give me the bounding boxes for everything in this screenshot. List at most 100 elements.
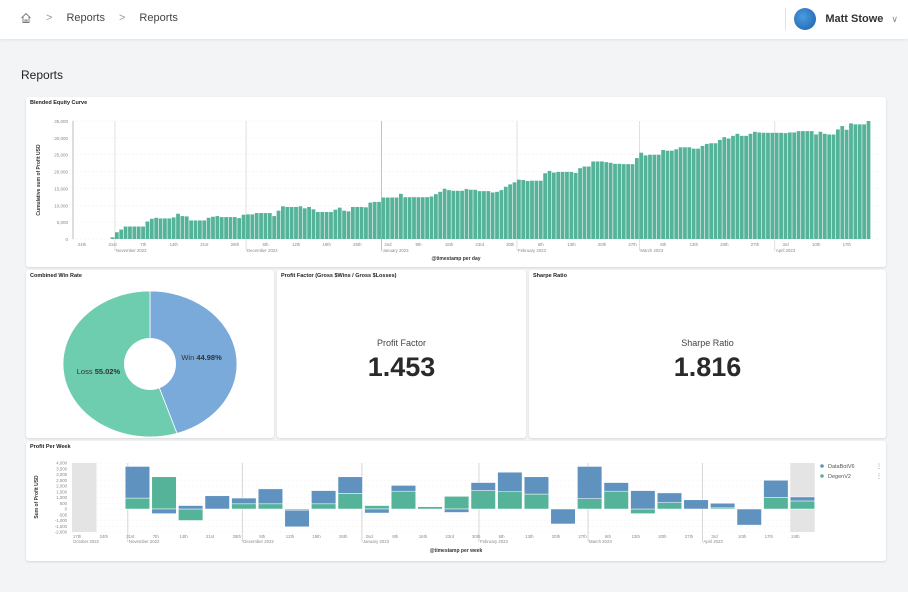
- breadcrumb-item[interactable]: Reports: [66, 12, 105, 24]
- bar: [119, 229, 124, 239]
- bar: [866, 121, 871, 239]
- donut-hole: [124, 338, 176, 390]
- bar: [661, 149, 665, 239]
- x-tick-label: 19th: [323, 242, 332, 247]
- profit-factor-panel: Profit Factor (Gross $Wins / Gross $Loss…: [277, 270, 526, 438]
- x-tick-label: 7th: [153, 534, 160, 539]
- bar-DataBotV6: [683, 499, 709, 510]
- bar: [722, 137, 727, 239]
- home-icon[interactable]: [20, 12, 32, 24]
- y-tick-label: 1,000: [56, 495, 67, 500]
- bar: [582, 166, 587, 239]
- bar: [237, 218, 242, 239]
- bar-DegenV2: [497, 491, 523, 510]
- bar: [783, 133, 788, 239]
- bar: [377, 201, 381, 239]
- equity-curve-chart: 0 5,000 10,000 15,000 20,000 25,000 30,000 35,0…: [36, 119, 878, 262]
- bar: [219, 217, 224, 239]
- bar: [324, 212, 329, 239]
- month-label: April 2023: [703, 539, 723, 544]
- x-tick-label: 13th: [567, 242, 576, 247]
- x-tick-label: 13th: [632, 534, 641, 539]
- bar: [678, 147, 683, 239]
- x-tick-label: 3rd: [711, 534, 718, 539]
- bar: [394, 197, 399, 239]
- x-tick-label: 6th: [605, 534, 612, 539]
- bar: [560, 171, 565, 239]
- bar-DegenV2: [444, 496, 470, 510]
- x-tick-label: 23rd: [445, 534, 454, 539]
- bar: [809, 131, 814, 239]
- bar: [429, 196, 434, 239]
- bar: [163, 218, 167, 239]
- bar: [241, 214, 246, 239]
- bar: [272, 216, 277, 239]
- bar-DegenV2: [178, 508, 204, 521]
- bar-DataBotV6: [630, 490, 656, 510]
- bar: [757, 132, 762, 239]
- x-tick-label: 6th: [538, 242, 545, 247]
- bar: [792, 132, 797, 239]
- bar-DataBotV6: [656, 492, 682, 503]
- bar: [704, 143, 709, 239]
- bar-DegenV2: [523, 493, 549, 510]
- x-tick-label: 10th: [738, 534, 747, 539]
- slice-label: Win 44.98%: [181, 353, 222, 362]
- bar: [578, 168, 582, 239]
- bar: [814, 134, 818, 239]
- win-rate-panel: Combined Win Rate Win 44.98% Loss 55.02%: [26, 270, 274, 438]
- bar: [508, 184, 513, 239]
- bar: [420, 197, 425, 239]
- bar: [770, 132, 775, 239]
- bar: [206, 217, 211, 239]
- bar: [285, 206, 290, 239]
- bar: [621, 164, 626, 239]
- y-tick-label: 500: [60, 501, 68, 506]
- bar: [495, 191, 499, 239]
- y-tick-label: 0: [65, 237, 68, 242]
- x-tick-label: 26th: [339, 534, 348, 539]
- bar-DataBotV6: [364, 508, 390, 514]
- bar: [333, 209, 338, 239]
- bar-DegenV2: [257, 503, 283, 510]
- bar: [202, 220, 207, 239]
- bar: [477, 191, 482, 239]
- x-tick-label: 21st: [206, 534, 215, 539]
- x-tick-label: 24th: [78, 242, 87, 247]
- x-tick-label: 10th: [812, 242, 821, 247]
- bar-DataBotV6: [257, 488, 283, 505]
- bar-DegenV2: [417, 506, 443, 510]
- x-tick-label: 17th: [73, 534, 82, 539]
- bar: [774, 132, 779, 239]
- bar-DataBotV6: [311, 490, 337, 505]
- bar: [591, 161, 596, 239]
- x-tick-label: 7th: [140, 242, 147, 247]
- month-label: March 2023: [589, 539, 612, 544]
- bar: [294, 206, 298, 239]
- x-tick-label: 19th: [312, 534, 321, 539]
- bar-DataBotV6: [523, 476, 549, 495]
- bar: [551, 172, 556, 239]
- bar-DataBotV6: [789, 496, 815, 502]
- panel-title: Profit Per Week: [30, 444, 71, 450]
- legend-item: DegenV2: [828, 474, 851, 480]
- bar: [289, 206, 294, 239]
- bar: [853, 124, 858, 239]
- bar: [403, 197, 408, 239]
- bar: [565, 171, 569, 239]
- user-menu[interactable]: Matt Stowe ∨: [794, 7, 898, 31]
- bar: [718, 139, 722, 239]
- y-axis-label: Sum of Profit USD: [34, 475, 40, 519]
- bar: [735, 133, 740, 239]
- x-tick-label: 16th: [445, 242, 454, 247]
- bar-DataBotV6: [577, 466, 603, 499]
- bar: [731, 135, 735, 239]
- bar: [608, 162, 613, 239]
- bar: [350, 206, 355, 239]
- bar: [123, 226, 128, 239]
- x-tick-label: 28th: [233, 534, 242, 539]
- bar: [831, 134, 836, 239]
- x-tick-label: 27th: [578, 534, 587, 539]
- bar-DataBotV6: [390, 485, 416, 492]
- bar: [586, 166, 591, 239]
